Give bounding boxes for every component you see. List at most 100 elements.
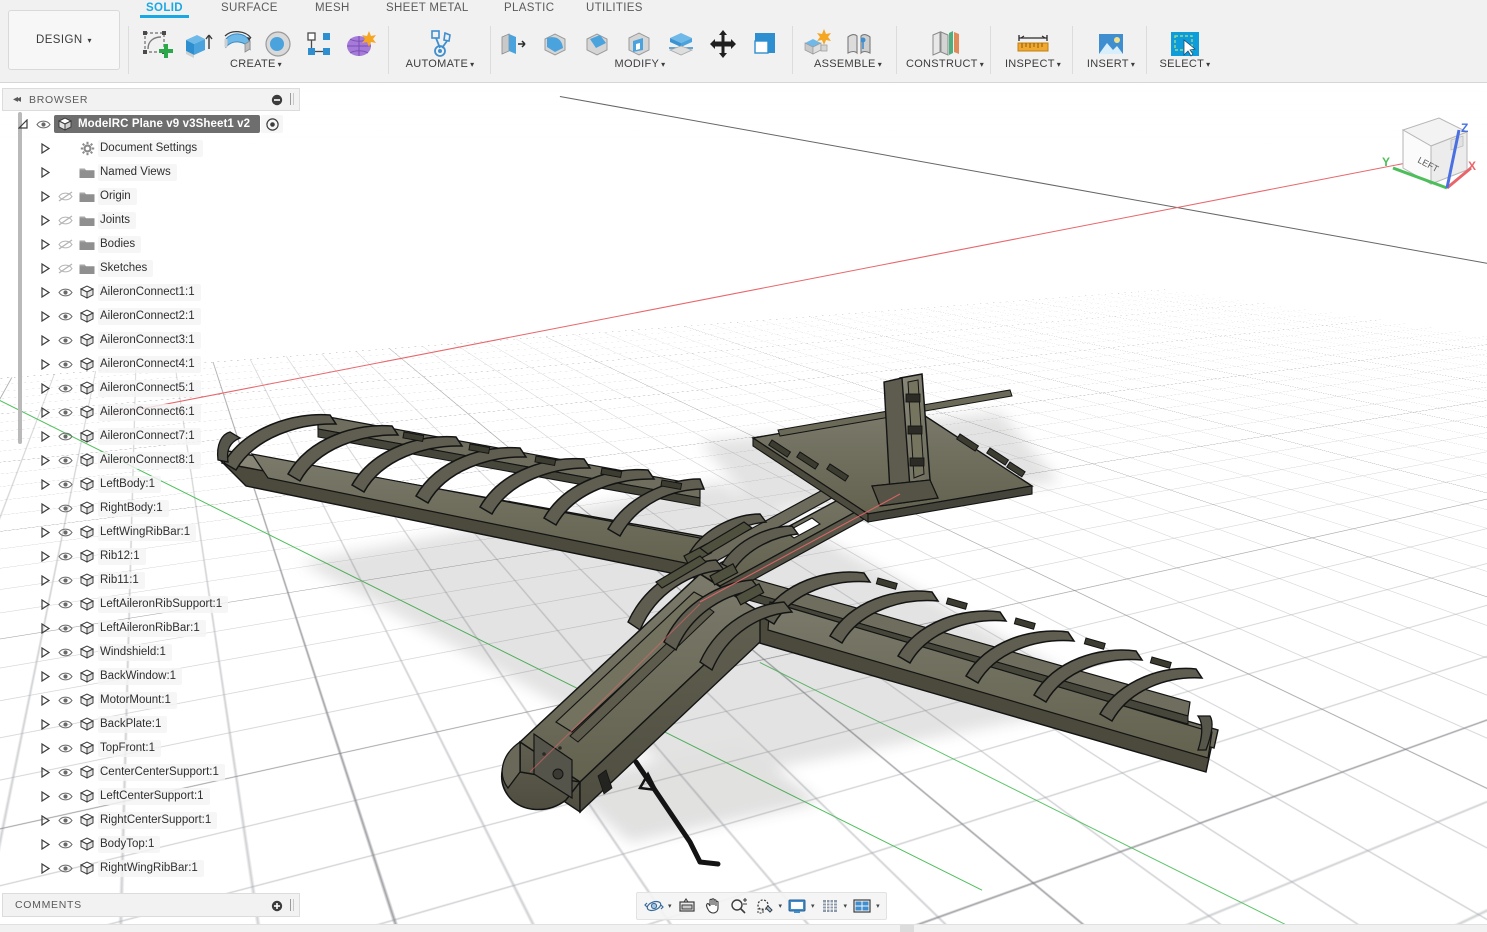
browser-collapse-icon[interactable]: ◂◂	[3, 94, 29, 105]
tree-item-sketches[interactable]: Sketches	[2, 256, 298, 280]
twisty-closed-icon[interactable]	[36, 550, 54, 562]
twisty-closed-icon[interactable]	[36, 766, 54, 778]
radio-target-icon[interactable]	[261, 115, 284, 133]
tree-item-aileronconnect4-1[interactable]: AileronConnect4:1	[2, 352, 298, 376]
twisty-closed-icon[interactable]	[36, 742, 54, 754]
eye-visible-icon[interactable]	[54, 575, 76, 586]
tree-item-document-settings[interactable]: Document Settings	[2, 136, 298, 160]
chevron-down-icon[interactable]: ▾	[876, 902, 880, 910]
tree-item-bodies[interactable]: Bodies	[2, 232, 298, 256]
eye-hidden-icon[interactable]	[54, 190, 76, 202]
tree-item-motormount-1[interactable]: MotorMount:1	[2, 688, 298, 712]
tree-item-leftaileronribsupport-1[interactable]: LeftAileronRibSupport:1	[2, 592, 298, 616]
workspace-switcher-button[interactable]: DESIGN ▾	[8, 10, 120, 70]
eye-hidden-icon[interactable]	[54, 214, 76, 226]
twisty-closed-icon[interactable]	[36, 382, 54, 394]
viewports-icon[interactable]	[849, 894, 875, 918]
tree-item-aileronconnect8-1[interactable]: AileronConnect8:1	[2, 448, 298, 472]
tree-item-leftwingribbar-1[interactable]: LeftWingRibBar:1	[2, 520, 298, 544]
twisty-closed-icon[interactable]	[36, 190, 54, 202]
eye-visible-icon[interactable]	[54, 815, 76, 826]
twisty-closed-icon[interactable]	[36, 670, 54, 682]
panel-construct-label[interactable]: CONSTRUCT ▾	[900, 58, 990, 70]
eye-visible-icon[interactable]	[54, 335, 76, 346]
twisty-closed-icon[interactable]	[36, 526, 54, 538]
twisty-closed-icon[interactable]	[36, 358, 54, 370]
tree-item-rightcentersupport-1[interactable]: RightCenterSupport:1	[2, 808, 298, 832]
tree-item-aileronconnect7-1[interactable]: AileronConnect7:1	[2, 424, 298, 448]
tree-item-joints[interactable]: Joints	[2, 208, 298, 232]
tree-item-rightbody-1[interactable]: RightBody:1	[2, 496, 298, 520]
twisty-closed-icon[interactable]	[36, 646, 54, 658]
eye-visible-icon[interactable]	[54, 359, 76, 370]
fit-icon[interactable]	[752, 894, 778, 918]
twisty-open-icon[interactable]	[14, 118, 32, 130]
twisty-closed-icon[interactable]	[36, 718, 54, 730]
tree-item-aileronconnect6-1[interactable]: AileronConnect6:1	[2, 400, 298, 424]
tree-item-rightwingribbar-1[interactable]: RightWingRibBar:1	[2, 856, 298, 880]
minus-circle-icon[interactable]	[271, 93, 283, 106]
panel-assemble-label[interactable]: ASSEMBLE ▾	[796, 58, 900, 70]
tab-surface[interactable]: SURFACE	[219, 2, 280, 14]
twisty-closed-icon[interactable]	[36, 694, 54, 706]
twisty-closed-icon[interactable]	[36, 166, 54, 178]
zoom-icon[interactable]	[726, 894, 752, 918]
twisty-closed-icon[interactable]	[36, 406, 54, 418]
browser-resize-grip[interactable]	[290, 93, 294, 105]
root-node-chip[interactable]: ModelRC Plane v9 v3Sheet1 v2	[54, 115, 261, 133]
tab-mesh[interactable]: MESH	[313, 2, 352, 14]
twisty-closed-icon[interactable]	[36, 622, 54, 634]
eye-visible-icon[interactable]	[54, 839, 76, 850]
chevron-down-icon[interactable]: ▾	[844, 902, 848, 910]
eye-visible-icon[interactable]	[54, 671, 76, 682]
eye-visible-icon[interactable]	[54, 767, 76, 778]
twisty-closed-icon[interactable]	[36, 334, 54, 346]
panel-inspect-label[interactable]: INSPECT ▾	[994, 58, 1072, 70]
tree-item-backplate-1[interactable]: BackPlate:1	[2, 712, 298, 736]
chevron-down-icon[interactable]: ▾	[779, 902, 783, 910]
twisty-closed-icon[interactable]	[36, 598, 54, 610]
eye-visible-icon[interactable]	[54, 719, 76, 730]
tree-item-bodytop-1[interactable]: BodyTop:1	[2, 832, 298, 856]
eye-visible-icon[interactable]	[54, 431, 76, 442]
grid-snaps-icon[interactable]	[817, 894, 843, 918]
tree-item-leftaileronribbar-1[interactable]: LeftAileronRibBar:1	[2, 616, 298, 640]
tree-item-leftcentersupport-1[interactable]: LeftCenterSupport:1	[2, 784, 298, 808]
chevron-down-icon[interactable]: ▾	[811, 902, 815, 910]
tab-sheet-metal[interactable]: SHEET METAL	[384, 2, 471, 14]
browser-tree[interactable]: ModelRC Plane v9 v3Sheet1 v2 Document Se…	[2, 112, 298, 880]
twisty-closed-icon[interactable]	[36, 814, 54, 826]
display-settings-icon[interactable]	[784, 894, 810, 918]
panel-insert-label[interactable]: INSERT ▾	[1076, 58, 1146, 70]
tree-root-row[interactable]: ModelRC Plane v9 v3Sheet1 v2	[2, 112, 298, 136]
twisty-closed-icon[interactable]	[36, 286, 54, 298]
panel-select-label[interactable]: SELECT ▾	[1150, 58, 1220, 70]
tree-item-aileronconnect2-1[interactable]: AileronConnect2:1	[2, 304, 298, 328]
panel-modify-label[interactable]: MODIFY ▾	[492, 58, 788, 70]
tree-item-windshield-1[interactable]: Windshield:1	[2, 640, 298, 664]
eye-visible-icon[interactable]	[54, 383, 76, 394]
eye-visible-icon[interactable]	[54, 527, 76, 538]
twisty-closed-icon[interactable]	[36, 454, 54, 466]
tab-utilities[interactable]: UTILITIES	[584, 2, 645, 14]
tree-item-aileronconnect5-1[interactable]: AileronConnect5:1	[2, 376, 298, 400]
twisty-closed-icon[interactable]	[36, 502, 54, 514]
comments-resize-grip[interactable]	[290, 899, 294, 911]
tree-item-aileronconnect1-1[interactable]: AileronConnect1:1	[2, 280, 298, 304]
twisty-closed-icon[interactable]	[36, 238, 54, 250]
tree-item-leftbody-1[interactable]: LeftBody:1	[2, 472, 298, 496]
twisty-closed-icon[interactable]	[36, 862, 54, 874]
tree-item-rib12-1[interactable]: Rib12:1	[2, 544, 298, 568]
tree-item-named-views[interactable]: Named Views	[2, 160, 298, 184]
twisty-closed-icon[interactable]	[36, 478, 54, 490]
eye-visible-icon[interactable]	[54, 695, 76, 706]
twisty-closed-icon[interactable]	[36, 574, 54, 586]
orbit-icon[interactable]	[641, 894, 667, 918]
twisty-closed-icon[interactable]	[36, 790, 54, 802]
tree-item-backwindow-1[interactable]: BackWindow:1	[2, 664, 298, 688]
eye-visible-icon[interactable]	[54, 863, 76, 874]
eye-visible-icon[interactable]	[54, 791, 76, 802]
eye-visible-icon[interactable]	[54, 599, 76, 610]
eye-visible-icon[interactable]	[54, 311, 76, 322]
eye-visible-icon[interactable]	[54, 623, 76, 634]
